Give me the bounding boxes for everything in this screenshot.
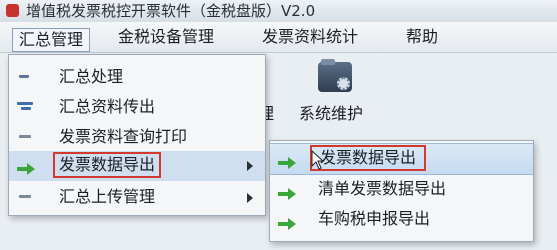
submenu-arrow-icon: [247, 161, 253, 171]
export-data-icon: [17, 102, 33, 112]
system-maintenance-label: 系统维护: [298, 104, 363, 123]
submenu-item-invoice-data-export[interactable]: 发票数据导出: [270, 143, 533, 175]
menu-item-summary-upload[interactable]: 汇总上传管理: [9, 183, 265, 213]
menu-summary-management[interactable]: 汇总管理: [12, 28, 91, 52]
menu-item-summary-process[interactable]: 汇总处理: [9, 63, 265, 93]
menu-help[interactable]: 帮助: [400, 26, 444, 48]
green-arrow-icon: [278, 185, 296, 200]
invoice-export-submenu: 发票数据导出 清单发票数据导出 车购税申报导出: [269, 140, 534, 242]
system-maintenance-icon: [318, 59, 352, 92]
submenu-item-list-invoice-export[interactable]: 清单发票数据导出: [270, 175, 533, 205]
summary-management-dropdown: 汇总处理 汇总资料传出 发票资料查询打印 发票数据导出 汇总上传管理: [8, 54, 266, 216]
menu-item-label: 汇总资料传出: [59, 97, 156, 116]
app-logo-icon: [6, 4, 19, 17]
submenu-arrow-icon: [247, 193, 253, 203]
submenu-item-label: 车购税申报导出: [318, 209, 431, 228]
menubar: 汇总管理 金税设备管理 发票资料统计 帮助: [0, 22, 557, 53]
green-arrow-icon: [278, 215, 296, 230]
submenu-item-label: 发票数据导出: [310, 145, 427, 171]
menu-item-label: 汇总上传管理: [59, 187, 156, 206]
mouse-cursor-icon: [311, 150, 325, 170]
menu-invoice-statistics[interactable]: 发票资料统计: [256, 26, 364, 48]
menu-tax-device-management[interactable]: 金税设备管理: [112, 26, 220, 48]
submenu-item-vehicle-tax-export[interactable]: 车购税申报导出: [270, 205, 533, 235]
menu-item-invoice-query-print[interactable]: 发票资料查询打印: [9, 123, 265, 153]
window-titlebar: 增值税发票税控开票软件（金税盘版）V2.0: [0, 0, 557, 22]
menu-item-label: 汇总处理: [59, 67, 124, 86]
print-query-icon: [17, 132, 33, 142]
green-arrow-icon: [17, 160, 35, 175]
menu-item-label: 发票资料查询打印: [59, 127, 188, 146]
system-maintenance-button[interactable]: 系统维护: [282, 58, 380, 123]
menu-item-summary-export[interactable]: 汇总资料传出: [9, 93, 265, 123]
green-arrow-icon: [278, 154, 296, 169]
menu-item-label: 发票数据导出: [53, 152, 162, 178]
menu-item-invoice-data-export[interactable]: 发票数据导出: [9, 151, 265, 181]
summary-icon: [17, 72, 33, 82]
submenu-item-label: 清单发票数据导出: [318, 179, 447, 198]
upload-icon: [17, 192, 33, 202]
window-title: 增值税发票税控开票软件（金税盘版）V2.0: [26, 2, 316, 20]
